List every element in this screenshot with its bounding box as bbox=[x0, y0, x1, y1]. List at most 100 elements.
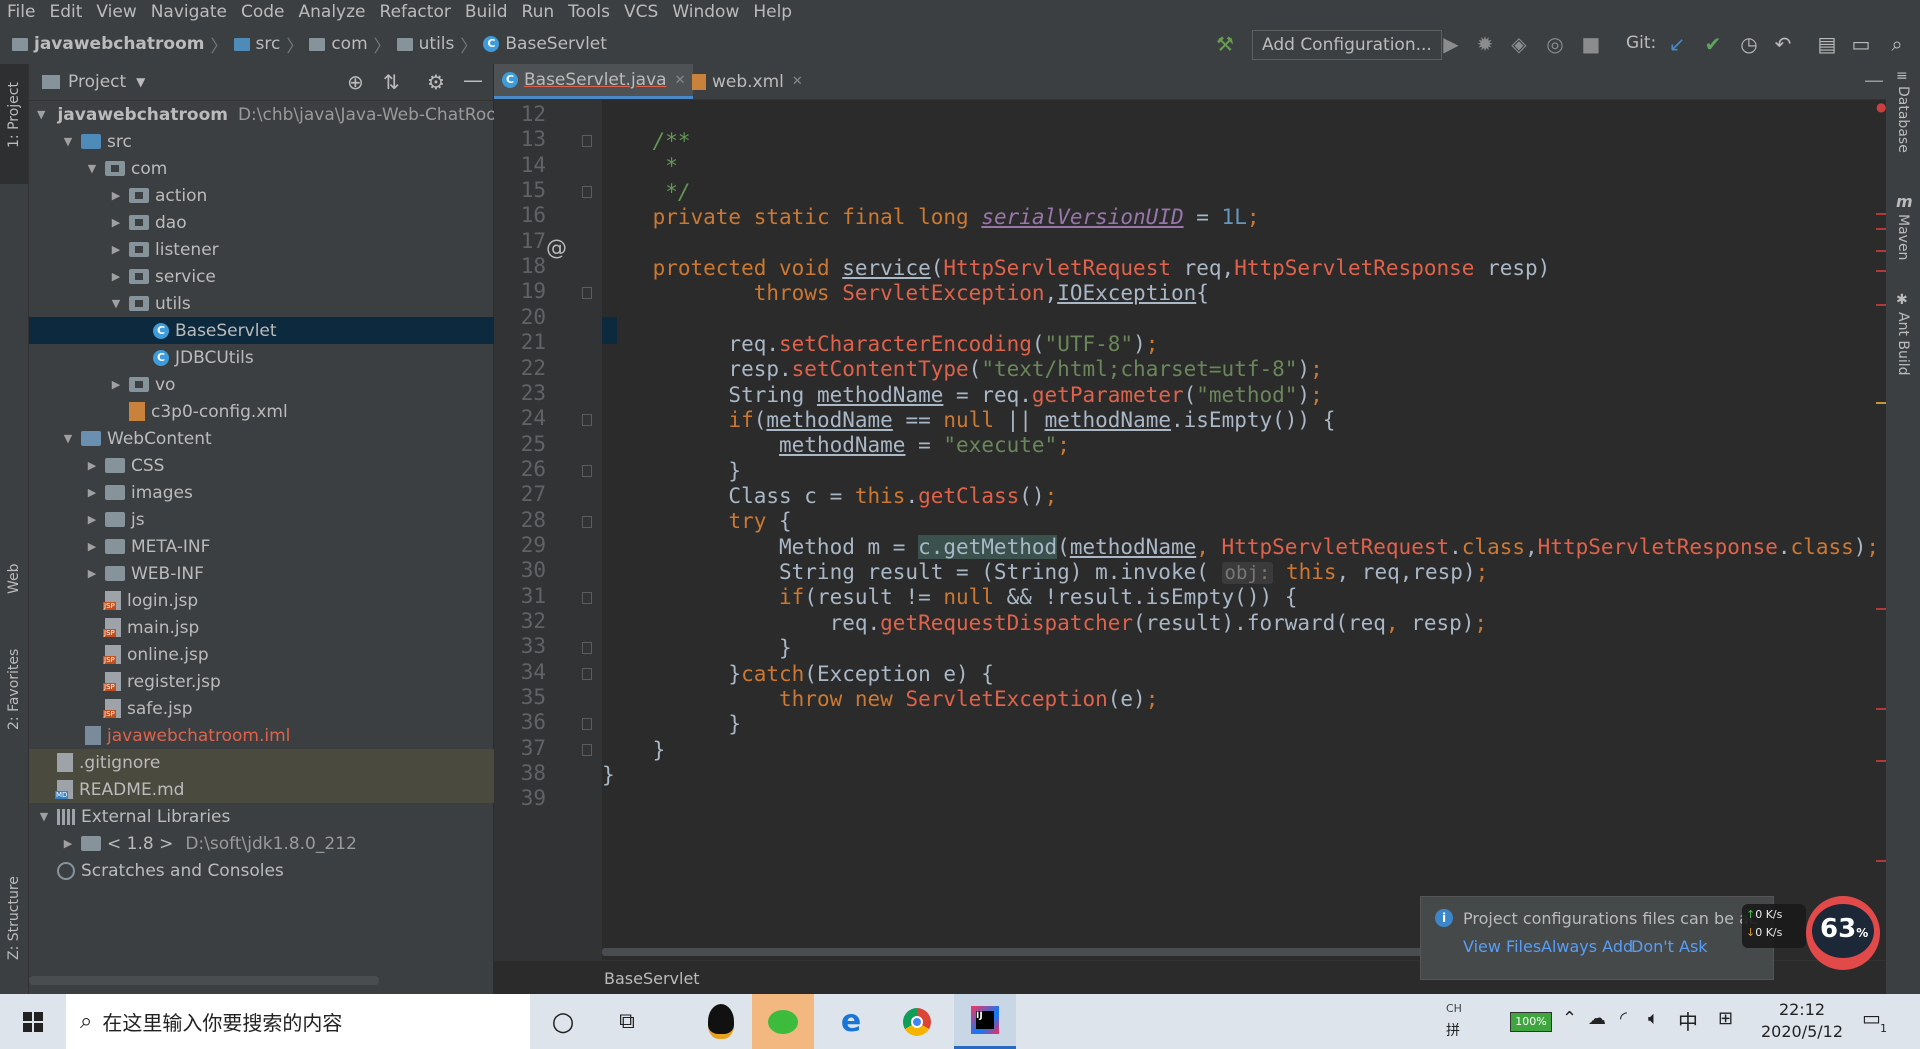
tree-item-css[interactable]: ▶ CSS bbox=[29, 452, 549, 479]
tree-item-com[interactable]: ▼ com bbox=[29, 155, 549, 182]
chevron-down-icon[interactable]: ▼ bbox=[37, 108, 45, 121]
tree-item-web-inf[interactable]: ▶ WEB-INF bbox=[29, 560, 549, 587]
chevron-right-icon[interactable]: ▶ bbox=[85, 513, 99, 526]
code-editor[interactable]: /** * */ private static final long seria… bbox=[602, 100, 1876, 960]
fold-marker-icon[interactable] bbox=[582, 718, 592, 731]
menu-view[interactable]: View bbox=[89, 0, 143, 24]
search-icon[interactable]: ⌕ bbox=[1886, 32, 1908, 56]
editor-horizontal-scrollbar[interactable] bbox=[602, 948, 1426, 956]
fold-marker-icon[interactable] bbox=[582, 135, 592, 148]
ant-build-tool-button[interactable]: Ant Build bbox=[1895, 312, 1911, 376]
tree-item-iml[interactable]: javawebchatroom.iml bbox=[29, 722, 549, 749]
menu-refactor[interactable]: Refactor bbox=[373, 0, 458, 24]
tree-item-src[interactable]: ▼ src bbox=[29, 128, 525, 155]
chevron-right-icon[interactable]: ▶ bbox=[85, 567, 99, 580]
project-panel-title[interactable]: Project bbox=[68, 72, 126, 92]
wechat-icon[interactable] bbox=[752, 994, 814, 1049]
tab-baseservlet-java[interactable]: C BaseServlet.java ✕ bbox=[494, 64, 694, 99]
structure-tool-button[interactable]: Z: Structure bbox=[6, 876, 22, 960]
menu-vcs[interactable]: VCS bbox=[617, 0, 665, 24]
chevron-right-icon[interactable]: ▶ bbox=[109, 378, 123, 391]
always-add-link[interactable]: Always Add bbox=[1541, 937, 1633, 956]
web-tool-button[interactable]: Web bbox=[6, 563, 22, 594]
chevron-down-icon[interactable]: ▼ bbox=[136, 75, 145, 89]
tree-item-project-root[interactable]: ▼ javawebchatroom D:\chb\java\Java-Web-C… bbox=[29, 101, 513, 128]
tree-item-register-jsp[interactable]: register.jsp bbox=[29, 668, 569, 695]
clock-time[interactable]: 22:12 bbox=[1762, 1000, 1842, 1019]
git-update-icon[interactable]: ↙ bbox=[1666, 32, 1688, 56]
tree-item-vo[interactable]: ▶ vo bbox=[29, 371, 573, 398]
tree-item-dao[interactable]: ▶ dao bbox=[29, 209, 573, 236]
close-icon[interactable]: ✕ bbox=[792, 74, 803, 89]
debug-icon[interactable]: ✹ bbox=[1474, 32, 1496, 56]
chevron-right-icon[interactable]: ▶ bbox=[61, 837, 75, 850]
tree-item-c3p0-config[interactable]: c3p0-config.xml bbox=[29, 398, 573, 425]
clock-date[interactable]: 2020/5/12 bbox=[1756, 1022, 1848, 1041]
history-icon[interactable]: ◷ bbox=[1738, 32, 1760, 56]
input-method-icon[interactable]: ⊞ bbox=[1718, 1008, 1733, 1029]
menu-run[interactable]: Run bbox=[515, 0, 562, 24]
chrome-icon[interactable] bbox=[886, 994, 948, 1049]
fold-marker-icon[interactable] bbox=[582, 186, 592, 199]
tree-item-service[interactable]: ▶ service bbox=[29, 263, 573, 290]
breadcrumb-src[interactable]: src bbox=[256, 34, 281, 54]
chevron-down-icon[interactable]: ▼ bbox=[61, 432, 75, 445]
tree-item-action[interactable]: ▶ action bbox=[29, 182, 573, 209]
build-hammer-icon[interactable]: ⚒ bbox=[1214, 32, 1236, 56]
taskbar-search-input[interactable]: ⌕ 在这里输入你要搜索的内容 bbox=[66, 994, 530, 1049]
network-meter-widget[interactable]: ↑0 K/s ↓0 K/s 63% bbox=[1742, 896, 1882, 976]
tree-item-scratches[interactable]: Scratches and Consoles bbox=[29, 857, 521, 884]
gear-icon[interactable]: ⚙ bbox=[427, 70, 445, 94]
battery-icon[interactable]: 100% bbox=[1510, 1012, 1552, 1032]
tree-item-online-jsp[interactable]: online.jsp bbox=[29, 641, 569, 668]
profile-icon[interactable]: ◎ bbox=[1544, 32, 1566, 56]
tree-item-images[interactable]: ▶ images bbox=[29, 479, 549, 506]
fold-marker-icon[interactable] bbox=[582, 287, 592, 300]
project-tool-button[interactable]: 1: Project bbox=[0, 64, 28, 184]
stop-icon[interactable]: ■ bbox=[1580, 32, 1602, 56]
breadcrumb-utils[interactable]: utils bbox=[419, 34, 455, 54]
chevron-down-icon[interactable]: ▼ bbox=[85, 162, 99, 175]
breadcrumb-baseservlet[interactable]: BaseServlet bbox=[505, 34, 607, 54]
maven-tool-button[interactable]: Maven bbox=[1895, 214, 1911, 260]
tree-item-login-jsp[interactable]: login.jsp bbox=[29, 587, 569, 614]
language-indicator[interactable]: 中 bbox=[1678, 1006, 1698, 1035]
tree-item-main-jsp[interactable]: main.jsp bbox=[29, 614, 569, 641]
chevron-down-icon[interactable]: ▼ bbox=[61, 135, 75, 148]
tree-item-utils[interactable]: ▼ utils bbox=[29, 290, 573, 317]
coverage-icon[interactable]: ◈ bbox=[1508, 32, 1530, 56]
cortana-icon[interactable]: ○ bbox=[532, 994, 594, 1049]
add-configuration-button[interactable]: Add Configuration... bbox=[1252, 30, 1442, 60]
menu-navigate[interactable]: Navigate bbox=[144, 0, 234, 24]
horizontal-scrollbar[interactable] bbox=[29, 976, 379, 985]
windows-start-icon[interactable] bbox=[2, 994, 64, 1049]
fold-marker-icon[interactable] bbox=[582, 414, 592, 427]
collapse-all-icon[interactable]: ⇅ bbox=[383, 70, 400, 94]
fold-marker-icon[interactable] bbox=[582, 667, 592, 680]
tab-web-xml[interactable]: web.xml ✕ bbox=[684, 64, 811, 99]
menu-tools[interactable]: Tools bbox=[561, 0, 617, 24]
tree-item-webcontent[interactable]: ▼ WebContent bbox=[29, 425, 525, 452]
chevron-right-icon[interactable]: ▶ bbox=[109, 189, 123, 202]
fold-marker-icon[interactable] bbox=[582, 743, 592, 756]
favorites-tool-button[interactable]: 2: Favorites bbox=[6, 649, 22, 730]
breadcrumb-com[interactable]: com bbox=[331, 34, 367, 54]
cloud-icon[interactable]: ☁ bbox=[1588, 1008, 1606, 1029]
chevron-down-icon[interactable]: ▼ bbox=[109, 297, 123, 310]
dont-ask-link[interactable]: Don't Ask bbox=[1631, 937, 1708, 956]
project-structure-icon[interactable]: ▤ bbox=[1816, 32, 1838, 56]
edge-icon[interactable]: e bbox=[820, 994, 882, 1049]
hide-icon[interactable]: — bbox=[463, 68, 483, 92]
tree-item-safe-jsp[interactable]: safe.jsp bbox=[29, 695, 569, 722]
menu-help[interactable]: Help bbox=[746, 0, 799, 24]
menu-analyze[interactable]: Analyze bbox=[292, 0, 373, 24]
menu-window[interactable]: Window bbox=[665, 0, 746, 24]
tree-item-listener[interactable]: ▶ listener bbox=[29, 236, 573, 263]
chevron-right-icon[interactable]: ▶ bbox=[85, 540, 99, 553]
volume-icon[interactable]: 🔈︎ bbox=[1648, 1008, 1659, 1029]
qq-icon[interactable] bbox=[690, 994, 752, 1049]
tree-item-js[interactable]: ▶ js bbox=[29, 506, 549, 533]
tree-item-meta-inf[interactable]: ▶ META-INF bbox=[29, 533, 549, 560]
menu-file[interactable]: File bbox=[0, 0, 42, 24]
tree-item-gitignore[interactable]: .gitignore bbox=[29, 749, 521, 776]
